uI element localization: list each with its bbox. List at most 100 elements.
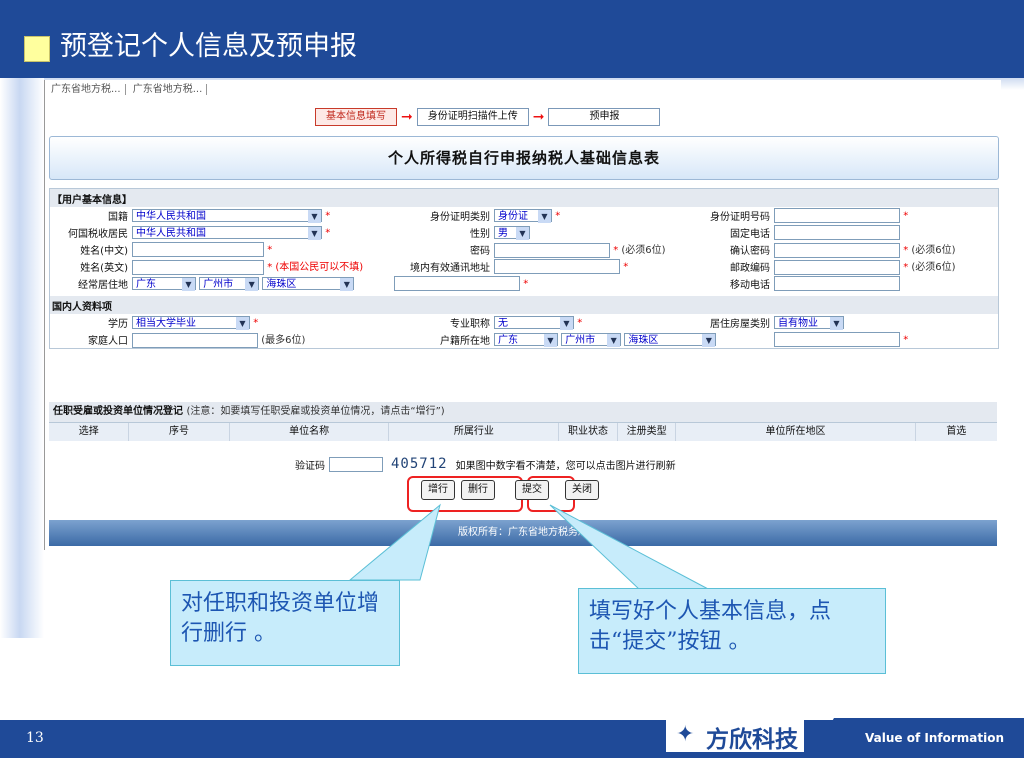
label-gender: 性别 [470,229,490,240]
section-domestic-info: 国内人资料项 [50,296,998,314]
hint-family-max: (最多6位) [261,335,306,347]
logo-text: 方欣科技 [706,727,798,753]
submit-button[interactable]: 提交 [515,480,549,500]
basic-info-form: 【用户基本信息】 国籍 中华人民共和国 ▼ * 身份证明类别 身份证 ▼ * 身份证… [49,188,999,349]
id-no-input[interactable] [774,208,900,223]
residence-city-select[interactable]: 广州市 ▼ [199,277,260,291]
chevron-down-icon: ▼ [560,317,573,330]
required-mark: * [267,262,273,274]
address-input[interactable] [494,259,620,274]
step-pre-declaration[interactable]: 预申报 [548,108,661,126]
breadcrumb-item[interactable]: 广东省地方税... [47,84,126,95]
housing-select[interactable]: 自有物业 ▼ [774,316,844,330]
screenshot-panel: 广东省地方税... 广东省地方税... 基本信息填写 ➞ 身份证明扫描件上传 ➞… [44,80,1001,550]
label-name-cn: 姓名(中文) [80,246,128,257]
action-buttons: 增行 删行 提交 关闭 [421,480,599,500]
fixed-phone-input[interactable] [774,225,900,240]
callout-add-delete: 对任职和投资单位增行删行 。 [170,580,400,666]
captcha-input[interactable] [329,456,383,472]
professional-title-select[interactable]: 无 ▼ [494,316,574,330]
delete-row-button[interactable]: 删行 [461,480,495,500]
breadcrumb: 广东省地方税... 广东省地方税... [47,80,208,95]
breadcrumb-item[interactable]: 广东省地方税... [128,84,208,95]
page-number: 13 [26,730,44,746]
password-input[interactable] [494,242,610,258]
label-address: 境内有效通讯地址 [410,263,490,274]
captcha-row: 验证码 405712 如果图中数字看不清楚，您可以点击图片进行刷新 [295,456,676,472]
required-mark: * [267,244,273,256]
required-mark: * [903,210,909,222]
hukou-province-select[interactable]: 广东 ▼ [494,333,558,347]
id-type-value: 身份证 [498,211,528,222]
arrow-right-icon: ➞ [532,109,545,125]
nationality-select[interactable]: 中华人民共和国 ▼ [132,209,322,223]
gender-select[interactable]: 男 ▼ [494,226,530,240]
title-bullet-square [24,36,50,62]
label-name-en: 姓名(英文) [80,263,128,274]
required-mark: * [555,210,561,222]
district-value: 海珠区 [266,279,297,290]
tax-resident-select[interactable]: 中华人民共和国 ▼ [132,226,322,240]
required-mark: * [325,227,331,239]
label-id-type: 身份证明类别 [430,212,490,223]
chevron-down-icon: ▼ [607,334,621,347]
tagline: Value of Information [810,718,1024,758]
callout-submit: 填写好个人基本信息，点击“提交”按钮 。 [578,588,886,674]
id-type-select[interactable]: 身份证 ▼ [494,209,552,223]
housing-value: 自有物业 [778,318,818,329]
hukou-district-select[interactable]: 海珠区 ▼ [624,333,717,347]
education-select[interactable]: 相当大学毕业 ▼ [132,316,250,330]
hukou-detail-input[interactable] [774,332,900,347]
form-header: 个人所得税自行申报纳税人基础信息表 [49,136,999,180]
residence-province-select[interactable]: 广东 ▼ [132,277,196,291]
step-indicator: 基本信息填写 ➞ 身份证明扫描件上传 ➞ 预申报 [315,108,661,126]
label-family: 家庭人口 [88,336,128,347]
professional-title-value: 无 [498,318,508,329]
name-cn-input[interactable] [132,242,264,257]
hint-six-digits: (必须6位) [621,245,666,257]
invest-section: 任职受雇或投资单位情况登记 (注意：如要填写任职受雇或投资单位情况，请点击“增行… [49,402,997,441]
tax-resident-value: 中华人民共和国 [136,228,206,239]
postcode-input[interactable] [774,259,900,275]
slide-title: 预登记个人信息及预申报 [60,31,357,62]
step-id-scan-upload[interactable]: 身份证明扫描件上传 [416,108,529,126]
column-header: 序号 [129,423,230,441]
column-header: 所属行业 [389,423,560,441]
close-button[interactable]: 关闭 [565,480,599,500]
slide-title-bar: 预登记个人信息及预申报 [0,0,1024,78]
residence-detail-input[interactable] [394,276,520,291]
hint-six-digits: (必须6位) [911,245,956,257]
chevron-down-icon: ▼ [236,317,249,330]
label-nationality: 国籍 [108,212,128,223]
captcha-label: 验证码 [295,460,325,472]
captcha-image[interactable]: 405712 [391,456,448,472]
invest-caption: 任职受雇或投资单位情况登记 (注意：如要填写任职受雇或投资单位情况，请点击“增行… [49,402,997,422]
column-header: 注册类型 [618,423,677,441]
hukou-district-value: 海珠区 [628,335,659,346]
hint-six-digits: (必须6位) [911,262,956,274]
label-password: 密码 [470,246,490,257]
add-row-button[interactable]: 增行 [421,480,455,500]
label-housing: 居住房屋类别 [710,319,770,330]
label-hukou: 户籍所在地 [440,336,490,347]
label-tax-resident: 何国税收居民 [68,229,128,240]
chevron-down-icon: ▼ [544,334,557,347]
chevron-down-icon: ▼ [182,278,195,291]
residence-district-select[interactable]: 海珠区 ▼ [262,277,355,291]
mobile-input[interactable] [774,276,900,291]
education-value: 相当大学毕业 [136,318,196,329]
company-logo: ✦ 方欣科技 [666,718,804,753]
invest-note: (注意：如要填写任职受雇或投资单位情况，请点击“增行”) [186,406,445,417]
hukou-city-select[interactable]: 广州市 ▼ [561,333,622,347]
nationality-value: 中华人民共和国 [136,211,206,222]
name-en-input[interactable] [132,259,264,275]
chevron-down-icon: ▼ [308,227,321,240]
step-basic-info[interactable]: 基本信息填写 [315,108,397,126]
label-confirm-password: 确认密码 [730,246,770,257]
required-mark: * [903,334,909,346]
required-mark: * [903,262,909,274]
chevron-down-icon: ▼ [340,278,354,291]
family-input[interactable] [132,332,258,348]
required-mark: * [613,245,619,257]
confirm-password-input[interactable] [774,242,900,258]
